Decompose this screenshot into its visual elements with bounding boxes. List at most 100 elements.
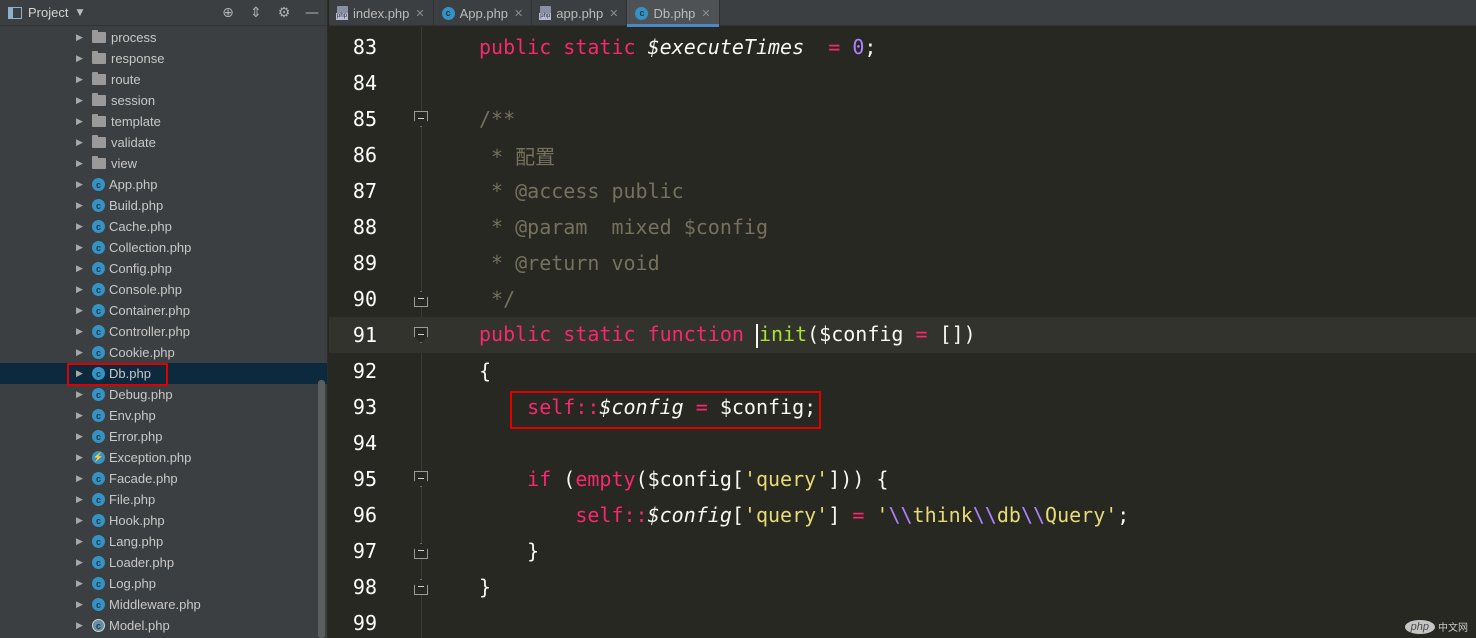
tree-item[interactable]: ▶ c File.php	[0, 489, 327, 510]
editor-tab[interactable]: index.php ✕	[329, 0, 434, 26]
close-icon[interactable]: ✕	[514, 7, 523, 20]
expand-arrow-icon[interactable]: ▶	[76, 305, 86, 316]
expand-arrow-icon[interactable]: ▶	[76, 116, 86, 127]
locate-file-icon[interactable]: ⊕	[221, 5, 235, 21]
code-token: }	[479, 575, 492, 599]
tree-item[interactable]: ▶ c Build.php	[0, 195, 327, 216]
project-panel: Project ▼ ⊕ ⇕ ⚙ — ▶ process ▶ response ▶ rout…	[0, 0, 328, 638]
tree-item[interactable]: ▶ c Container.php	[0, 300, 327, 321]
tree-item[interactable]: ▶ c Env.php	[0, 405, 327, 426]
line-number: 90	[352, 287, 377, 311]
code-line[interactable]: 95 if (empty($config['query'])) {	[329, 461, 1476, 497]
code-line[interactable]: 97 }	[329, 533, 1476, 569]
expand-arrow-icon[interactable]: ▶	[76, 242, 86, 253]
code-line[interactable]: 93 self::$config = $config;	[329, 389, 1476, 425]
fold-end-icon[interactable]	[414, 291, 428, 307]
expand-arrow-icon[interactable]: ▶	[76, 515, 86, 526]
editor-tab[interactable]: c Db.php ✕	[627, 0, 720, 27]
code-token: Query'	[1045, 503, 1118, 527]
expand-arrow-icon[interactable]: ▶	[76, 200, 86, 211]
expand-arrow-icon[interactable]: ▶	[76, 473, 86, 484]
code-editor[interactable]: 83 public static $executeTimes = 0; 84 85 /*…	[329, 27, 1476, 638]
code-line[interactable]: 87 * @access public	[329, 173, 1476, 209]
expand-arrow-icon[interactable]: ▶	[76, 74, 86, 85]
expand-arrow-icon[interactable]: ▶	[76, 410, 86, 421]
editor-tab[interactable]: app.php ✕	[532, 0, 628, 26]
tree-item[interactable]: ▶ c Console.php	[0, 279, 327, 300]
fold-collapse-icon[interactable]	[414, 327, 428, 343]
close-icon[interactable]: ✕	[415, 7, 424, 20]
code-line[interactable]: 88 * @param mixed $config	[329, 209, 1476, 245]
expand-arrow-icon[interactable]: ▶	[76, 389, 86, 400]
tree-item[interactable]: ▶ validate	[0, 132, 327, 153]
code-line[interactable]: 96 self::$config['query'] = '\\think\\db…	[329, 497, 1476, 533]
close-icon[interactable]: ✕	[609, 7, 618, 20]
fold-collapse-icon[interactable]	[414, 471, 428, 487]
tree-item[interactable]: ▶ c App.php	[0, 174, 327, 195]
expand-arrow-icon[interactable]: ▶	[76, 347, 86, 358]
code-line[interactable]: 92 {	[329, 353, 1476, 389]
code-line[interactable]: 84	[329, 65, 1476, 101]
tree-item[interactable]: ▶ c Middleware.php	[0, 594, 327, 615]
code-line[interactable]: 99	[329, 605, 1476, 638]
tree-item[interactable]: ▶ c Config.php	[0, 258, 327, 279]
tree-item[interactable]: ▶ c Hook.php	[0, 510, 327, 531]
tree-item[interactable]: ▶ template	[0, 111, 327, 132]
editor-tab[interactable]: c App.php ✕	[434, 0, 533, 26]
tree-item[interactable]: ▶ c Error.php	[0, 426, 327, 447]
tree-item[interactable]: ▶ session	[0, 90, 327, 111]
tree-item[interactable]: ▶ c Facade.php	[0, 468, 327, 489]
expand-arrow-icon[interactable]: ▶	[76, 158, 86, 169]
tree-item[interactable]: ▶ c Lang.php	[0, 531, 327, 552]
fold-end-icon[interactable]	[414, 543, 428, 559]
code-line[interactable]: 90 */	[329, 281, 1476, 317]
tree-item[interactable]: ▶ c Loader.php	[0, 552, 327, 573]
expand-arrow-icon[interactable]: ▶	[76, 263, 86, 274]
expand-arrow-icon[interactable]: ▶	[76, 452, 86, 463]
expand-arrow-icon[interactable]: ▶	[76, 599, 86, 610]
expand-arrow-icon[interactable]: ▶	[76, 536, 86, 547]
expand-arrow-icon[interactable]: ▶	[76, 137, 86, 148]
tree-item[interactable]: ▶ ⚡ Exception.php	[0, 447, 327, 468]
php-class-icon: c	[92, 199, 105, 212]
tree-item[interactable]: ▶ route	[0, 69, 327, 90]
tree-item[interactable]: ▶ process	[0, 27, 327, 48]
tree-item[interactable]: ▶ c Log.php	[0, 573, 327, 594]
expand-arrow-icon[interactable]: ▶	[76, 326, 86, 337]
expand-arrow-icon[interactable]: ▶	[76, 32, 86, 43]
expand-arrow-icon[interactable]: ▶	[76, 179, 86, 190]
tree-item[interactable]: ▶ c Cache.php	[0, 216, 327, 237]
expand-arrow-icon[interactable]: ▶	[76, 578, 86, 589]
chevron-down-icon[interactable]: ▼	[76, 8, 83, 18]
code-line[interactable]: 89 * @return void	[329, 245, 1476, 281]
code-line[interactable]: 98}	[329, 569, 1476, 605]
code-line[interactable]: 85 /**	[329, 101, 1476, 137]
hide-panel-icon[interactable]: —	[305, 5, 319, 21]
expand-arrow-icon[interactable]: ▶	[76, 620, 86, 631]
code-line[interactable]: 83 public static $executeTimes = 0;	[329, 29, 1476, 65]
tree-scrollbar[interactable]	[318, 380, 325, 638]
expand-arrow-icon[interactable]: ▶	[76, 557, 86, 568]
tree-item[interactable]: ▶ c Debug.php	[0, 384, 327, 405]
expand-arrow-icon[interactable]: ▶	[76, 431, 86, 442]
expand-arrow-icon[interactable]: ▶	[76, 494, 86, 505]
tree-item[interactable]: ▶ c Cookie.php	[0, 342, 327, 363]
code-line[interactable]: 94	[329, 425, 1476, 461]
code-line[interactable]: 86 * 配置	[329, 137, 1476, 173]
tree-item[interactable]: ▶ view	[0, 153, 327, 174]
close-icon[interactable]: ✕	[701, 7, 710, 20]
project-panel-title[interactable]: Project	[28, 5, 68, 20]
collapse-all-icon[interactable]: ⇕	[249, 5, 263, 21]
expand-arrow-icon[interactable]: ▶	[76, 95, 86, 106]
gear-icon[interactable]: ⚙	[277, 5, 291, 21]
tree-item[interactable]: ▶ c Collection.php	[0, 237, 327, 258]
fold-end-icon[interactable]	[414, 579, 428, 595]
expand-arrow-icon[interactable]: ▶	[76, 53, 86, 64]
tree-item[interactable]: ▶ response	[0, 48, 327, 69]
code-line[interactable]: 91 public static function init($config = …	[329, 317, 1476, 353]
fold-collapse-icon[interactable]	[414, 111, 428, 127]
tree-item[interactable]: ▶ c Model.php	[0, 615, 327, 636]
expand-arrow-icon[interactable]: ▶	[76, 284, 86, 295]
tree-item[interactable]: ▶ c Controller.php	[0, 321, 327, 342]
expand-arrow-icon[interactable]: ▶	[76, 221, 86, 232]
